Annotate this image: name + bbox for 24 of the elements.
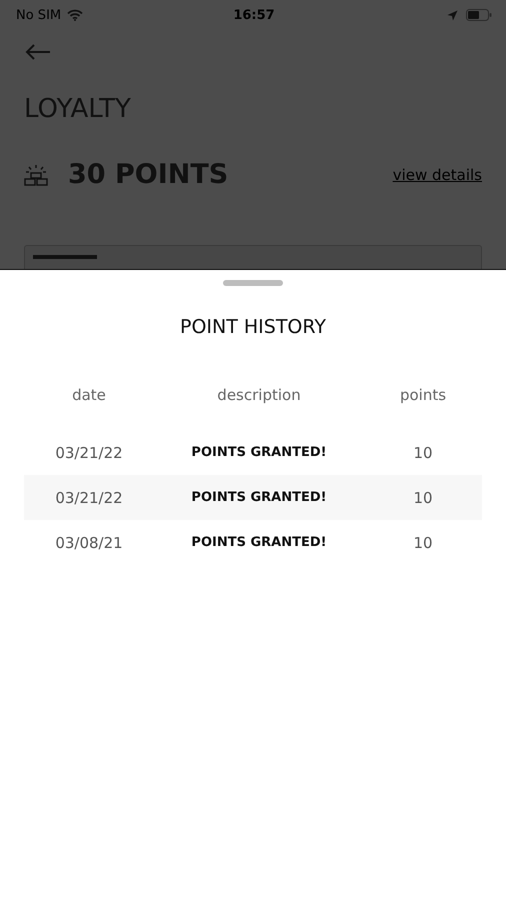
carrier-label: No SIM	[16, 8, 62, 22]
description-cell-text: POINTS GRANTED!	[190, 445, 328, 460]
date-cell-text: 03/08/21	[54, 534, 124, 552]
bar-stack-icon	[24, 164, 48, 186]
date-cell-text: 03/21/22	[54, 488, 124, 506]
clock-time: 16:57	[233, 8, 275, 22]
view-details-link[interactable]: view details	[392, 166, 482, 184]
battery-icon	[466, 9, 492, 21]
points-cell-text: 10	[412, 444, 434, 462]
page-title: LOYALTY	[24, 93, 132, 125]
sheet-handle[interactable]	[223, 280, 283, 286]
description-cell-text: POINTS GRANTED!	[190, 535, 328, 550]
sheet-title: POINT HISTORY	[180, 316, 326, 338]
column-header: description	[216, 386, 302, 404]
points-cell-text: 10	[412, 488, 434, 506]
column-header: date	[71, 386, 107, 404]
date-cell-text: 03/21/22	[54, 444, 124, 462]
points-total: 30 POINTS	[68, 159, 228, 190]
points-cell-text: 10	[412, 534, 434, 552]
back-arrow-icon[interactable]	[25, 44, 51, 60]
location-arrow-icon	[447, 10, 458, 20]
column-header: points	[398, 386, 448, 404]
description-cell-text: POINTS GRANTED!	[190, 490, 328, 505]
wifi-icon	[67, 9, 84, 21]
